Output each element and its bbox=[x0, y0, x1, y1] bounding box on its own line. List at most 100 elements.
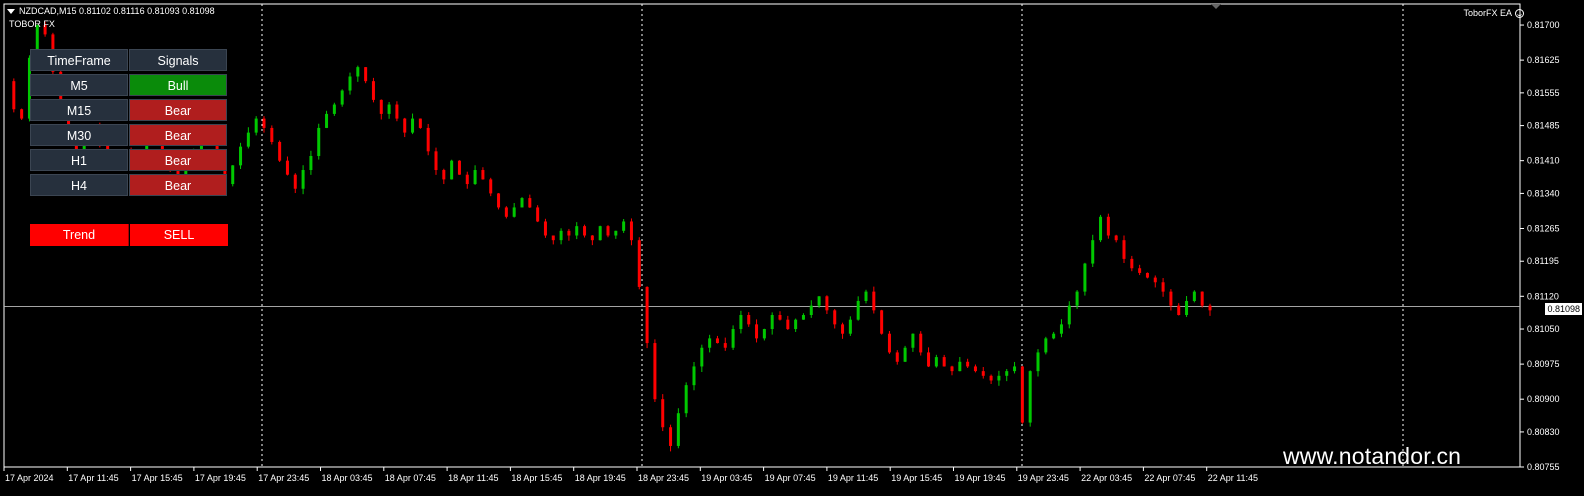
candle-body bbox=[551, 235, 555, 241]
price-label: 0.81120 bbox=[1527, 291, 1559, 301]
price-label: 0.81700 bbox=[1527, 20, 1560, 30]
candle-body bbox=[340, 90, 344, 105]
candle-body bbox=[950, 366, 954, 372]
symbol-header[interactable]: NZDCAD,M15 0.81102 0.81116 0.81093 0.810… bbox=[7, 6, 215, 16]
candle-body bbox=[1083, 263, 1087, 292]
candle-body bbox=[731, 329, 735, 348]
candle-body bbox=[755, 324, 759, 339]
candle-body bbox=[442, 170, 446, 180]
candle-body bbox=[1192, 291, 1196, 301]
time-label: 22 Apr 11:45 bbox=[1208, 473, 1258, 483]
candle-body bbox=[794, 319, 798, 330]
price-chart[interactable]: 0.81700 0.81625 0.81555 0.81485 0.81410 0.813… bbox=[0, 0, 1584, 496]
price-label: 0.81050 bbox=[1527, 324, 1560, 334]
candle-body bbox=[958, 361, 962, 372]
candle-body bbox=[1099, 216, 1103, 241]
candle-body bbox=[285, 160, 289, 175]
candle-body bbox=[1122, 240, 1126, 259]
candle-body bbox=[872, 291, 876, 311]
candle-body bbox=[457, 160, 461, 175]
time-label: 18 Apr 03:45 bbox=[322, 473, 373, 483]
candle-body bbox=[966, 361, 970, 367]
candle-body bbox=[692, 366, 696, 386]
candle-body bbox=[403, 118, 407, 133]
candle-body bbox=[1185, 300, 1189, 316]
price-label: 0.80900 bbox=[1527, 394, 1560, 404]
candle-body bbox=[301, 170, 305, 189]
candle-body bbox=[246, 132, 250, 147]
candle-body bbox=[418, 118, 422, 128]
candle-body bbox=[379, 99, 383, 114]
candle-body bbox=[1067, 305, 1071, 325]
candle-body bbox=[661, 399, 665, 428]
candle-body bbox=[426, 127, 430, 152]
candle-body bbox=[887, 333, 891, 353]
candle-body bbox=[864, 291, 868, 301]
price-label: 0.80755 bbox=[1527, 462, 1560, 472]
candle-body bbox=[262, 118, 266, 128]
candle-body bbox=[676, 413, 680, 446]
time-label: 18 Apr 07:45 bbox=[385, 473, 436, 483]
candle-body bbox=[1059, 324, 1063, 334]
trend-value: SELL bbox=[130, 224, 228, 246]
expert-advisor-label[interactable]: ToborFX EA bbox=[1463, 8, 1524, 18]
candle-body bbox=[293, 174, 297, 189]
candle-body bbox=[325, 113, 329, 128]
candle-body bbox=[825, 296, 829, 311]
watermark-text: www.notandor.cn bbox=[1283, 443, 1462, 469]
candle-body bbox=[997, 375, 1001, 381]
candle-body bbox=[700, 347, 704, 367]
candle-body bbox=[723, 343, 727, 348]
candle-body bbox=[583, 226, 587, 236]
candle-body bbox=[309, 155, 313, 171]
candle-body bbox=[715, 338, 719, 344]
signal-h4: Bear bbox=[129, 174, 227, 196]
price-label: 0.80830 bbox=[1527, 427, 1560, 437]
candle-body bbox=[622, 221, 626, 231]
time-label: 22 Apr 03:45 bbox=[1081, 473, 1132, 483]
candle-body bbox=[801, 315, 805, 320]
candle-body bbox=[12, 81, 16, 110]
time-label: 19 Apr 15:45 bbox=[891, 473, 942, 483]
candle-body bbox=[504, 207, 508, 217]
candle-body bbox=[450, 160, 454, 180]
candle-body bbox=[856, 300, 860, 320]
time-label: 17 Apr 11:45 bbox=[68, 473, 118, 483]
candle-body bbox=[1200, 291, 1204, 306]
signal-h1: Bear bbox=[129, 149, 227, 171]
candle-body bbox=[497, 193, 501, 208]
candle-body bbox=[1114, 235, 1118, 241]
candle-body bbox=[575, 226, 579, 236]
candle-body bbox=[809, 305, 813, 316]
candle-body bbox=[536, 207, 540, 222]
candle-body bbox=[481, 170, 485, 180]
header-timeframe: TimeFrame bbox=[30, 49, 128, 71]
candle-body bbox=[317, 127, 321, 156]
candle-body bbox=[1106, 216, 1110, 236]
candle-body bbox=[841, 324, 845, 334]
time-label: 17 Apr 15:45 bbox=[132, 473, 183, 483]
candle-body bbox=[895, 352, 899, 362]
timeframe-m15: M15 bbox=[30, 99, 128, 121]
time-label: 19 Apr 11:45 bbox=[828, 473, 878, 483]
candle-body bbox=[1130, 258, 1134, 269]
candle-body bbox=[1075, 291, 1079, 306]
candle-body bbox=[371, 81, 375, 100]
candle-body bbox=[833, 310, 837, 325]
candle-body bbox=[239, 146, 243, 166]
price-label: 0.81555 bbox=[1527, 88, 1560, 98]
candle-body bbox=[637, 240, 641, 287]
candle-body bbox=[20, 109, 24, 119]
time-label: 19 Apr 07:45 bbox=[765, 473, 816, 483]
candle-body bbox=[880, 310, 884, 334]
candle-body bbox=[942, 357, 946, 367]
time-label: 18 Apr 19:45 bbox=[575, 473, 626, 483]
candle-body bbox=[911, 333, 915, 348]
candle-body bbox=[395, 104, 399, 119]
candle-body bbox=[590, 235, 594, 241]
candle-body bbox=[708, 338, 712, 348]
price-label: 0.81195 bbox=[1527, 256, 1559, 266]
dropdown-triangle-icon[interactable] bbox=[7, 8, 15, 14]
candle-body bbox=[598, 226, 602, 241]
candle-body bbox=[684, 385, 688, 414]
